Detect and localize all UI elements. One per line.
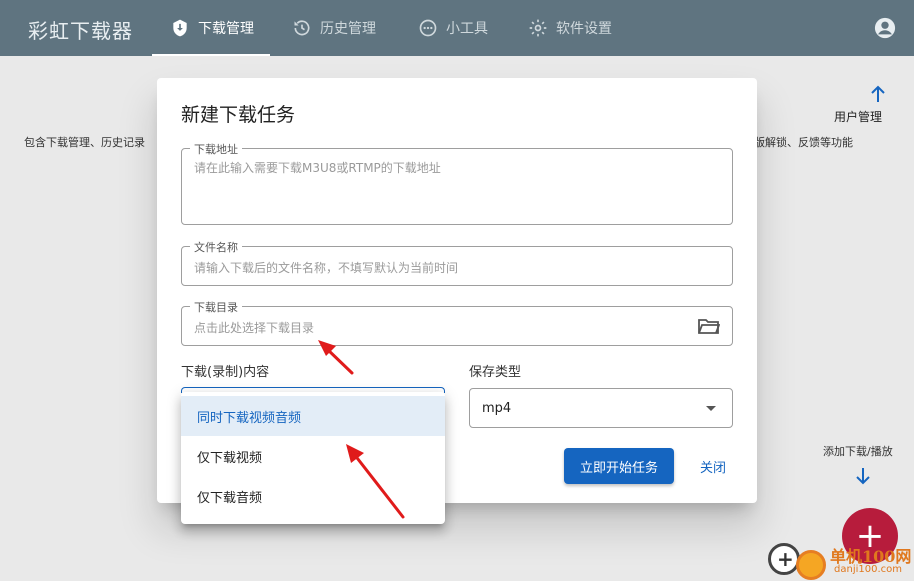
save-type-label: 保存类型 <box>469 365 522 380</box>
download-shield-icon <box>170 18 190 38</box>
field-placeholder: 点击此处选择下载目录 <box>194 321 315 335</box>
save-type-select[interactable]: mp4 <box>469 388 733 428</box>
app-bar: 彩虹下载器 下载管理 历史管理 小工具 软件设置 <box>0 0 914 56</box>
gear-icon <box>528 18 548 38</box>
field-label: 文件名称 <box>190 239 242 255</box>
tools-icon <box>418 18 438 38</box>
start-task-button[interactable]: 立即开始任务 <box>564 448 674 484</box>
app-title: 彩虹下载器 <box>28 19 133 43</box>
file-name-field[interactable]: 文件名称 请输入下载后的文件名称，不填写默认为当前时间 <box>181 239 733 286</box>
site-watermark: + 单机100网 danji100.com <box>768 540 914 581</box>
menu-item-video-only[interactable]: 仅下载视频 <box>181 436 445 476</box>
tab-tools[interactable]: 小工具 <box>418 0 488 56</box>
field-label: 下载地址 <box>190 141 242 157</box>
menu-item-audio-only[interactable]: 仅下载音频 <box>181 476 445 516</box>
menu-item-both[interactable]: 同时下载视频音频 <box>181 396 445 436</box>
folder-open-icon[interactable] <box>698 317 720 335</box>
feature-description-left: 包含下载管理、历史记录 <box>24 136 145 149</box>
tab-settings[interactable]: 软件设置 <box>528 0 612 56</box>
tab-label: 软件设置 <box>556 21 612 37</box>
tab-label: 小工具 <box>446 21 488 37</box>
select-value: mp4 <box>482 401 512 416</box>
content-label: 下载(录制)内容 <box>181 365 270 380</box>
field-label: 下载目录 <box>190 299 242 315</box>
watermark-url: danji100.com <box>834 564 902 575</box>
account-circle-icon[interactable] <box>874 17 896 39</box>
history-icon <box>292 18 312 38</box>
dialog-title: 新建下载任务 <box>181 104 296 126</box>
add-download-hint: 添加下载/播放 <box>823 445 893 458</box>
watermark-logo-icon <box>796 550 826 580</box>
tab-history-management[interactable]: 历史管理 <box>292 0 376 56</box>
tab-label: 下载管理 <box>198 21 254 37</box>
close-button[interactable]: 关闭 <box>687 448 739 484</box>
download-directory-field[interactable]: 下载目录 点击此处选择下载目录 <box>181 299 733 346</box>
download-url-field[interactable]: 下载地址 请在此输入需要下载M3U8或RTMP的下载地址 <box>181 141 733 225</box>
arrow-down-icon <box>856 468 870 485</box>
field-placeholder: 请输入下载后的文件名称，不填写默认为当前时间 <box>194 261 459 275</box>
user-management-link[interactable]: 用户管理 <box>834 108 882 125</box>
field-placeholder: 请在此输入需要下载M3U8或RTMP的下载地址 <box>194 161 441 175</box>
content-dropdown-menu: 同时下载视频音频 仅下载视频 仅下载音频 <box>181 392 445 524</box>
arrow-up-icon <box>871 85 885 102</box>
watermark-plus-icon: + <box>768 543 800 575</box>
caret-down-icon <box>706 406 716 411</box>
tab-label: 历史管理 <box>320 21 376 37</box>
tab-download-management[interactable]: 下载管理 <box>152 0 270 56</box>
